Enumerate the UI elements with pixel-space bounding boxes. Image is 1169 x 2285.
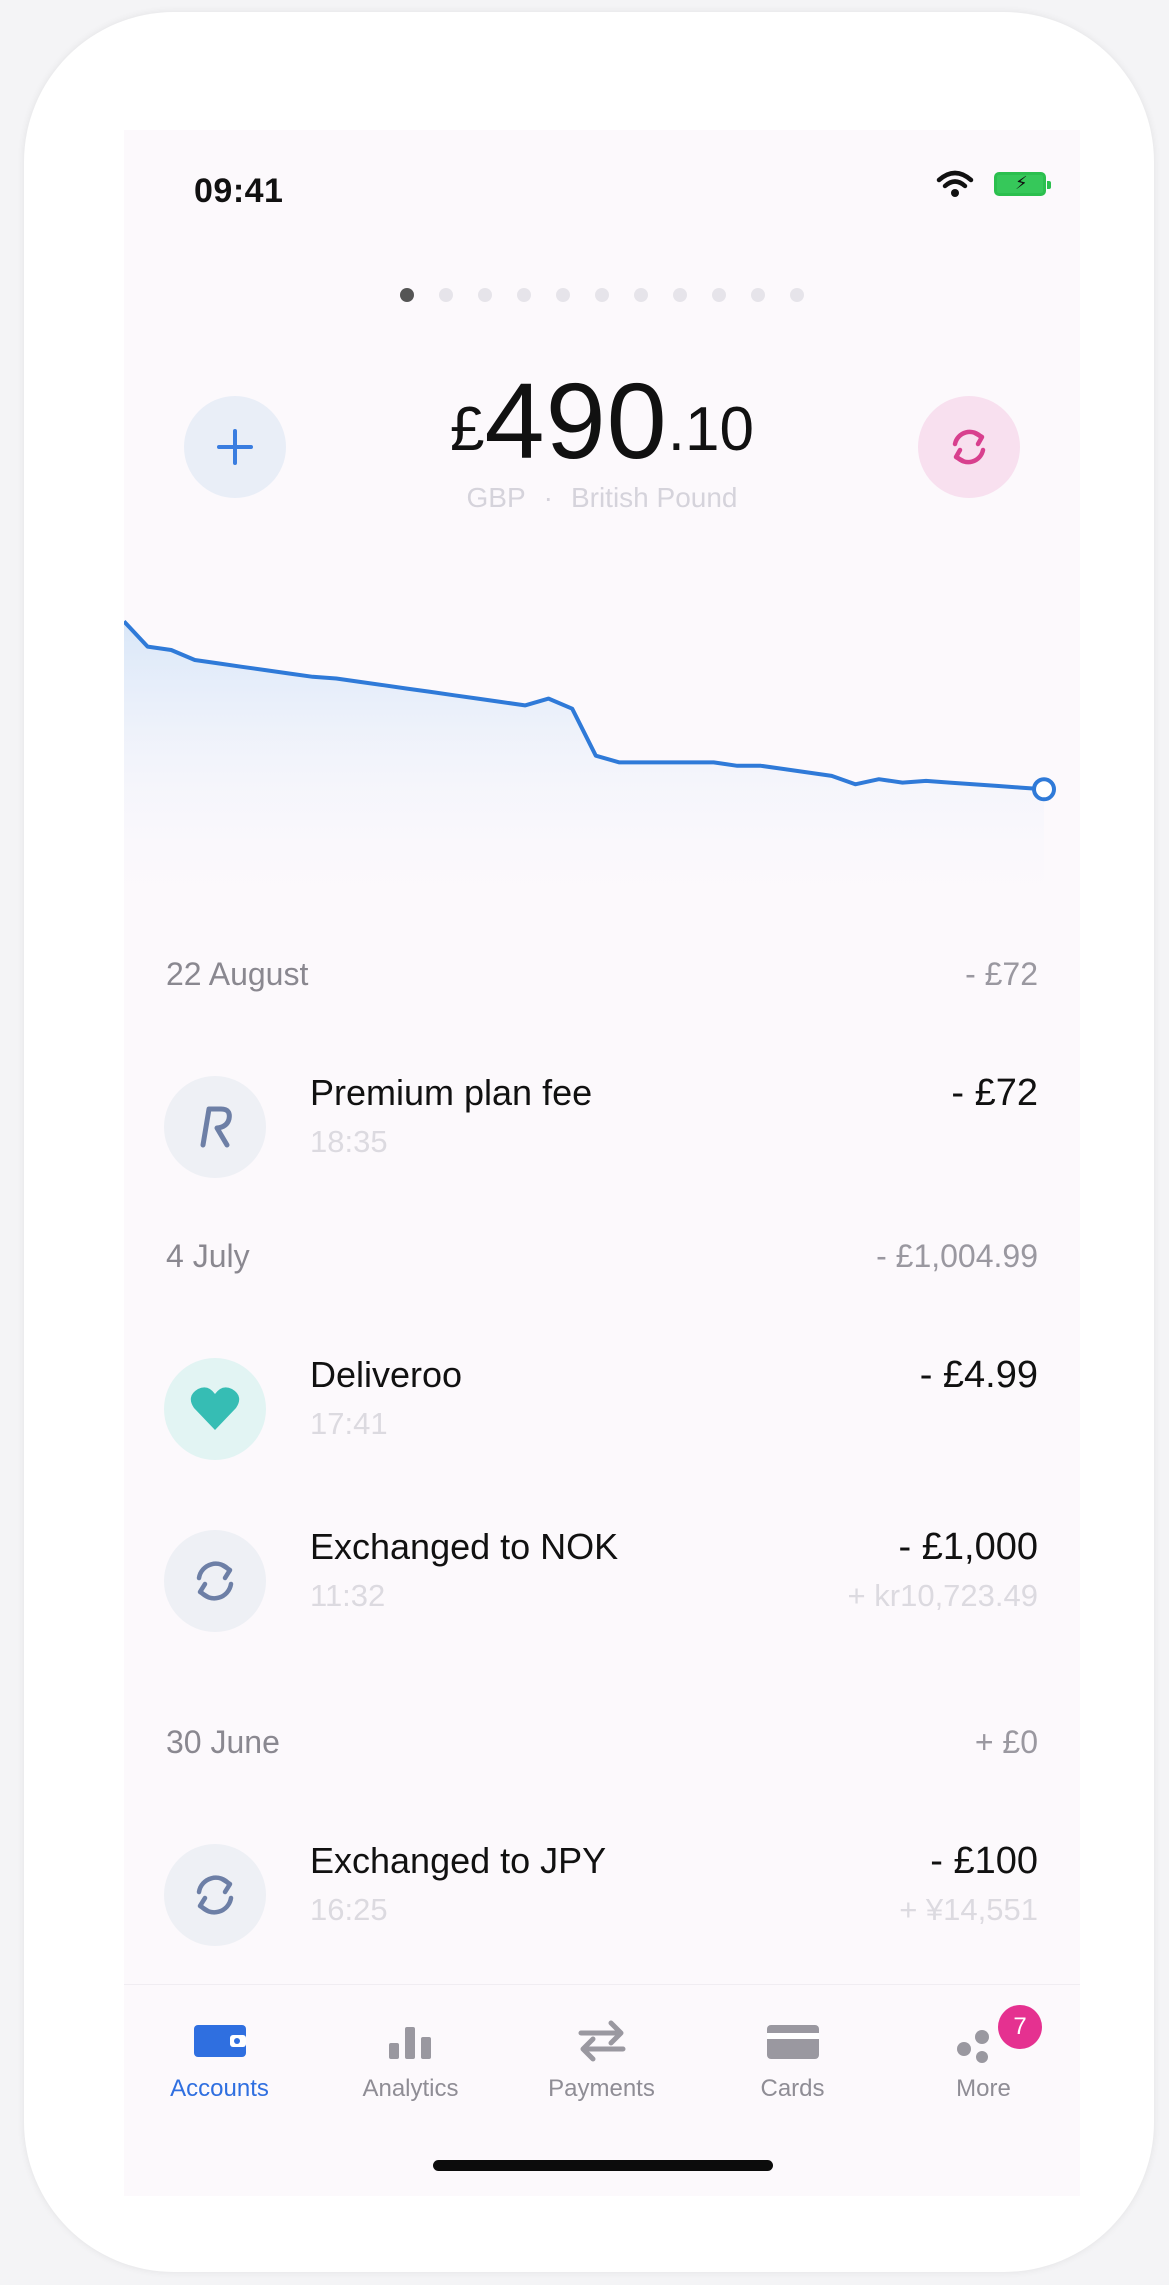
date-group-total: + £0 xyxy=(974,1724,1038,1760)
transaction-row[interactable]: Premium plan fee 18:35 - £72 xyxy=(124,1032,1080,1204)
transaction-icon xyxy=(164,1530,266,1632)
transaction-icon xyxy=(164,1844,266,1946)
transaction-time: 18:35 xyxy=(310,1124,388,1159)
tab-cards[interactable]: Cards xyxy=(697,2013,888,2103)
wallet-icon xyxy=(193,2025,246,2057)
page-dot xyxy=(712,288,726,302)
currency-separator: · xyxy=(543,482,553,513)
page-dot xyxy=(790,288,804,302)
transaction-icon xyxy=(164,1358,266,1460)
date-group-total: - £72 xyxy=(965,956,1038,992)
phone-frame: 09:41 ⚡ £490.10 GBP · British Pound 22 A… xyxy=(24,12,1154,2272)
page-dot xyxy=(595,288,609,302)
revolut-r-icon xyxy=(200,1106,232,1148)
page-dot xyxy=(400,288,414,302)
transaction-row[interactable]: Exchanged to JPY 16:25 - £100 + ¥14,551 xyxy=(124,1800,1080,2004)
tab-label-payments: Payments xyxy=(548,2075,655,2102)
account-page-indicator[interactable] xyxy=(124,288,1080,302)
transaction-name: Exchanged to JPY xyxy=(310,1840,607,1881)
transaction-amount: - £72 xyxy=(951,1072,1038,1114)
exchange-arrows-icon xyxy=(196,1875,234,1915)
page-dot xyxy=(751,288,765,302)
more-notification-badge: 7 xyxy=(998,2005,1042,2049)
tab-label-more: More xyxy=(956,2075,1011,2102)
transaction-converted-amount: + ¥14,551 xyxy=(899,1892,1038,1927)
transaction-time: 17:41 xyxy=(310,1406,388,1441)
exchange-button[interactable] xyxy=(918,396,1020,498)
transfer-arrows-icon xyxy=(578,2020,625,2062)
date-group-header: 22 August - £72 xyxy=(124,922,1080,1032)
balance-minor: .10 xyxy=(667,395,754,464)
balance-chart-area xyxy=(124,621,1044,920)
transaction-amount: - £100 xyxy=(930,1840,1038,1882)
page-dot xyxy=(439,288,453,302)
balance-chart-current-point xyxy=(1032,777,1056,802)
date-group-total: - £1,004.99 xyxy=(876,1238,1038,1274)
transaction-name: Premium plan fee xyxy=(310,1072,593,1113)
balance-major: 490 xyxy=(484,360,668,481)
page-dot xyxy=(634,288,648,302)
heart-icon xyxy=(190,1387,240,1430)
date-group-label: 4 July xyxy=(166,1238,250,1274)
status-bar: 09:41 ⚡ xyxy=(124,130,1080,260)
status-time: 09:41 xyxy=(194,172,284,210)
exchange-arrows-icon xyxy=(196,1561,234,1601)
transaction-time: 11:32 xyxy=(310,1578,386,1613)
transaction-row[interactable]: Exchanged to NOK 11:32 - £1,000 + kr10,723.… xyxy=(124,1486,1080,1690)
balance-history-chart xyxy=(124,620,1056,920)
date-group-header: 4 July - £1,004.99 xyxy=(124,1204,1080,1314)
tab-accounts[interactable]: Accounts xyxy=(124,2013,315,2103)
tab-payments[interactable]: Payments xyxy=(506,2013,697,2103)
status-icons: ⚡ xyxy=(936,170,1051,198)
transaction-converted-amount: + kr10,723.49 xyxy=(847,1578,1038,1613)
account-screen: 09:41 ⚡ £490.10 GBP · British Pound 22 A… xyxy=(124,130,1080,2196)
home-indicator[interactable] xyxy=(433,2160,773,2171)
tab-label-cards: Cards xyxy=(760,2075,825,2102)
date-group-label: 30 June xyxy=(166,1724,280,1760)
tab-label-accounts: Accounts xyxy=(170,2075,269,2102)
date-group-label: 22 August xyxy=(166,956,309,992)
page-dot xyxy=(673,288,687,302)
bar-chart-icon xyxy=(388,2027,431,2059)
wifi-icon xyxy=(936,170,974,197)
transaction-icon xyxy=(164,1076,266,1178)
page-dot xyxy=(478,288,492,302)
transaction-row[interactable]: Deliveroo 17:41 - £4.99 xyxy=(124,1314,1080,1486)
battery-icon: ⚡ xyxy=(994,172,1051,196)
page-dot xyxy=(556,288,570,302)
page-dot xyxy=(517,288,531,302)
transaction-name: Exchanged to NOK xyxy=(310,1526,619,1567)
transaction-name: Deliveroo xyxy=(310,1354,463,1395)
tab-analytics[interactable]: Analytics xyxy=(315,2013,506,2103)
balance-currency-symbol: £ xyxy=(450,395,485,464)
transaction-amount: - £1,000 xyxy=(898,1526,1038,1568)
currency-name: British Pound xyxy=(570,482,738,513)
transaction-time: 16:25 xyxy=(310,1892,388,1927)
date-group-header: 30 June + £0 xyxy=(124,1690,1080,1800)
tab-more[interactable]: 7 More xyxy=(888,2005,1079,2103)
transaction-list: 22 August - £72 Premium plan fee 18:35 - £72… xyxy=(124,922,1080,2004)
currency-code: GBP xyxy=(466,482,526,513)
tab-label-analytics: Analytics xyxy=(362,2075,459,2102)
card-icon xyxy=(766,2025,819,2059)
exchange-icon xyxy=(952,429,986,465)
transaction-amount: - £4.99 xyxy=(919,1354,1038,1396)
